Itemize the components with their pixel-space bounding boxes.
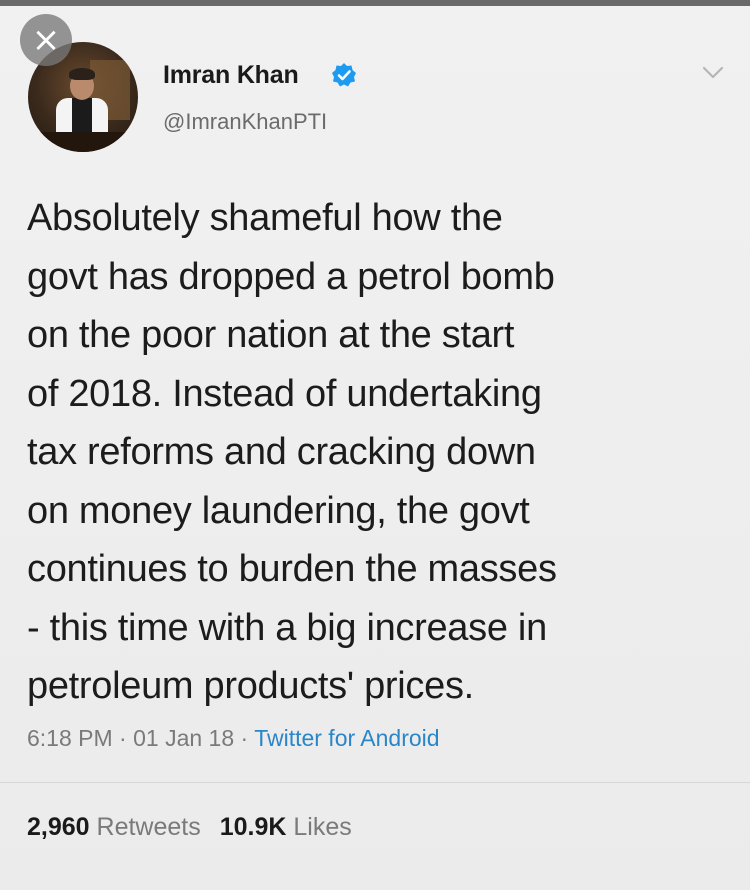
chevron-down-icon[interactable]	[702, 66, 724, 80]
tweet-date[interactable]: 01 Jan 18	[133, 725, 234, 751]
engagement-stats: 2,960 Retweets 10.9K Likes	[27, 813, 352, 842]
tweet-text-line: of 2018. Instead of undertaking	[27, 372, 542, 415]
user-handle[interactable]: @ImranKhanPTI	[163, 109, 327, 135]
likes-stat[interactable]: 10.9K Likes	[220, 813, 352, 841]
retweets-label: Retweets	[96, 813, 201, 841]
likes-count: 10.9K	[219, 813, 287, 841]
tweet-source-link[interactable]: Twitter for Android	[254, 725, 439, 751]
metadata-separator: ·	[119, 725, 127, 751]
retweets-count: 2,960	[27, 813, 90, 841]
retweets-stat[interactable]: 2,960 Retweets	[27, 813, 208, 841]
tweet-text-line: on the poor nation at the start	[27, 314, 515, 356]
tweet-text-line: continues to burden the masses	[27, 548, 557, 590]
stats-divider	[0, 782, 750, 783]
display-name[interactable]: Imran Khan	[163, 61, 299, 90]
tweet-card: Imran Khan @ImranKhanPTI Absolutely sham…	[0, 6, 750, 890]
tweet-text-line: on money laundering, the govt	[27, 489, 530, 532]
tweet-time[interactable]: 6:18 PM	[27, 725, 113, 751]
verified-badge-icon	[332, 63, 356, 87]
avatar-desk	[28, 132, 138, 152]
tweet-text-line: tax reforms and cracking down	[27, 431, 536, 473]
tweet-text: Absolutely shameful how the govt has dro…	[27, 189, 727, 716]
avatar-figure-hair	[69, 68, 95, 80]
close-button[interactable]: ×	[20, 14, 72, 66]
tweet-text-line: govt has dropped a petrol bomb	[27, 255, 555, 298]
likes-label: Likes	[293, 813, 352, 841]
tweet-text-line: petroleum products' prices.	[27, 665, 474, 707]
tweet-metadata: 6:18 PM · 01 Jan 18 · Twitter for Androi…	[27, 725, 440, 752]
tweet-text-line: - this time with a big increase in	[27, 606, 547, 649]
tweet-text-line: Absolutely shameful how the	[27, 197, 503, 239]
metadata-separator: ·	[240, 725, 249, 751]
close-icon: ×	[31, 20, 61, 60]
